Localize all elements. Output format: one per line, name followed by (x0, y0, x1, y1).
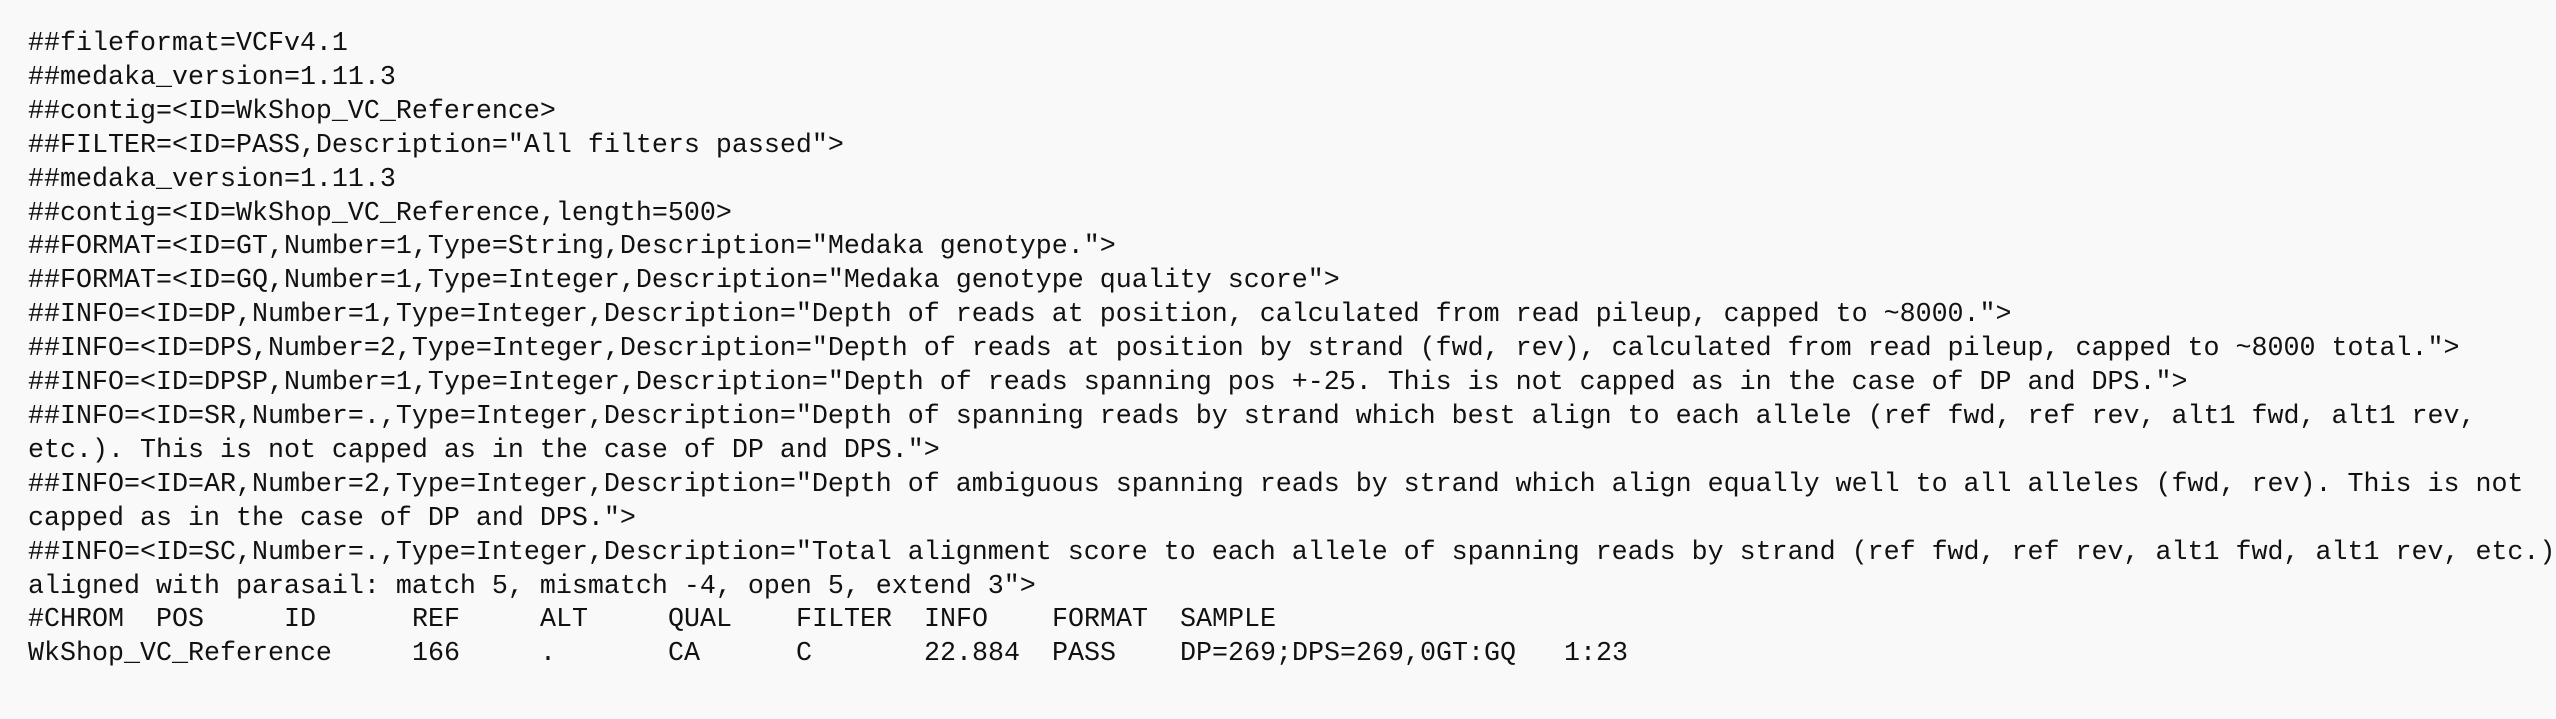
vcf-text-viewer: ##fileformat=VCFv4.1 ##medaka_version=1.… (28, 28, 2556, 672)
meta-line-format-gt: ##FORMAT=<ID=GT,Number=1,Type=String,Des… (28, 232, 1116, 263)
record-row: WkShop_VC_Reference 166. CA C 22.884 PASS DP=2… (28, 638, 2556, 672)
meta-line-medaka-version: ##medaka_version=1.11.3 (28, 62, 396, 93)
header-chrom: #CHROM (28, 605, 124, 636)
header-filter: FILTER (796, 605, 892, 636)
meta-line-info-dpsp: ##INFO=<ID=DPSP,Number=1,Type=Integer,De… (28, 368, 2188, 399)
meta-line-info-sc: ##INFO=<ID=SC,Number=.,Type=Integer,Desc… (28, 537, 2556, 602)
record-filter: PASS (1052, 639, 1116, 670)
header-row: #CHROM POS ID REF ALT QUAL FILTER INFO FORMAT SAM… (28, 604, 2556, 638)
meta-line-contig-length: ##contig=<ID=WkShop_VC_Reference,length=… (28, 198, 732, 229)
meta-line-info-ar: ##INFO=<ID=AR,Number=2,Type=Integer,Desc… (28, 469, 2540, 534)
header-alt: ALT (540, 605, 588, 636)
meta-line-format-gq: ##FORMAT=<ID=GQ,Number=1,Type=Integer,De… (28, 266, 1340, 297)
meta-line-fileformat: ##fileformat=VCFv4.1 (28, 29, 348, 59)
header-sample: SAMPLE (1180, 605, 1276, 636)
meta-line-contig: ##contig=<ID=WkShop_VC_Reference> (28, 96, 556, 127)
meta-line-filter-pass: ##FILTER=<ID=PASS,Description="All filte… (28, 130, 844, 161)
record-alt: C (796, 639, 812, 670)
header-format: FORMAT (1052, 605, 1148, 636)
header-ref: REF (412, 605, 460, 636)
meta-line-medaka-version: ##medaka_version=1.11.3 (28, 164, 396, 195)
header-info: INFO (924, 605, 988, 636)
header-pos: POS (156, 605, 204, 636)
record-id: . (540, 639, 556, 670)
record-ref: CA (668, 639, 700, 670)
header-id: ID (284, 605, 316, 636)
record-info: DP=269;DPS=269,0 (1180, 639, 1436, 670)
record-format: GT:GQ (1436, 639, 1516, 670)
record-sample: 1:23 (1564, 639, 1628, 670)
record-qual: 22.884 (924, 639, 1020, 670)
record-pos: 166 (412, 639, 460, 670)
meta-line-info-sr: ##INFO=<ID=SR,Number=.,Type=Integer,Desc… (28, 401, 2492, 466)
record-chrom: WkShop_VC_Reference (28, 639, 332, 670)
header-qual: QUAL (668, 605, 732, 636)
meta-line-info-dp: ##INFO=<ID=DP,Number=1,Type=Integer,Desc… (28, 300, 2012, 331)
meta-line-info-dps: ##INFO=<ID=DPS,Number=2,Type=Integer,Des… (28, 334, 2460, 365)
